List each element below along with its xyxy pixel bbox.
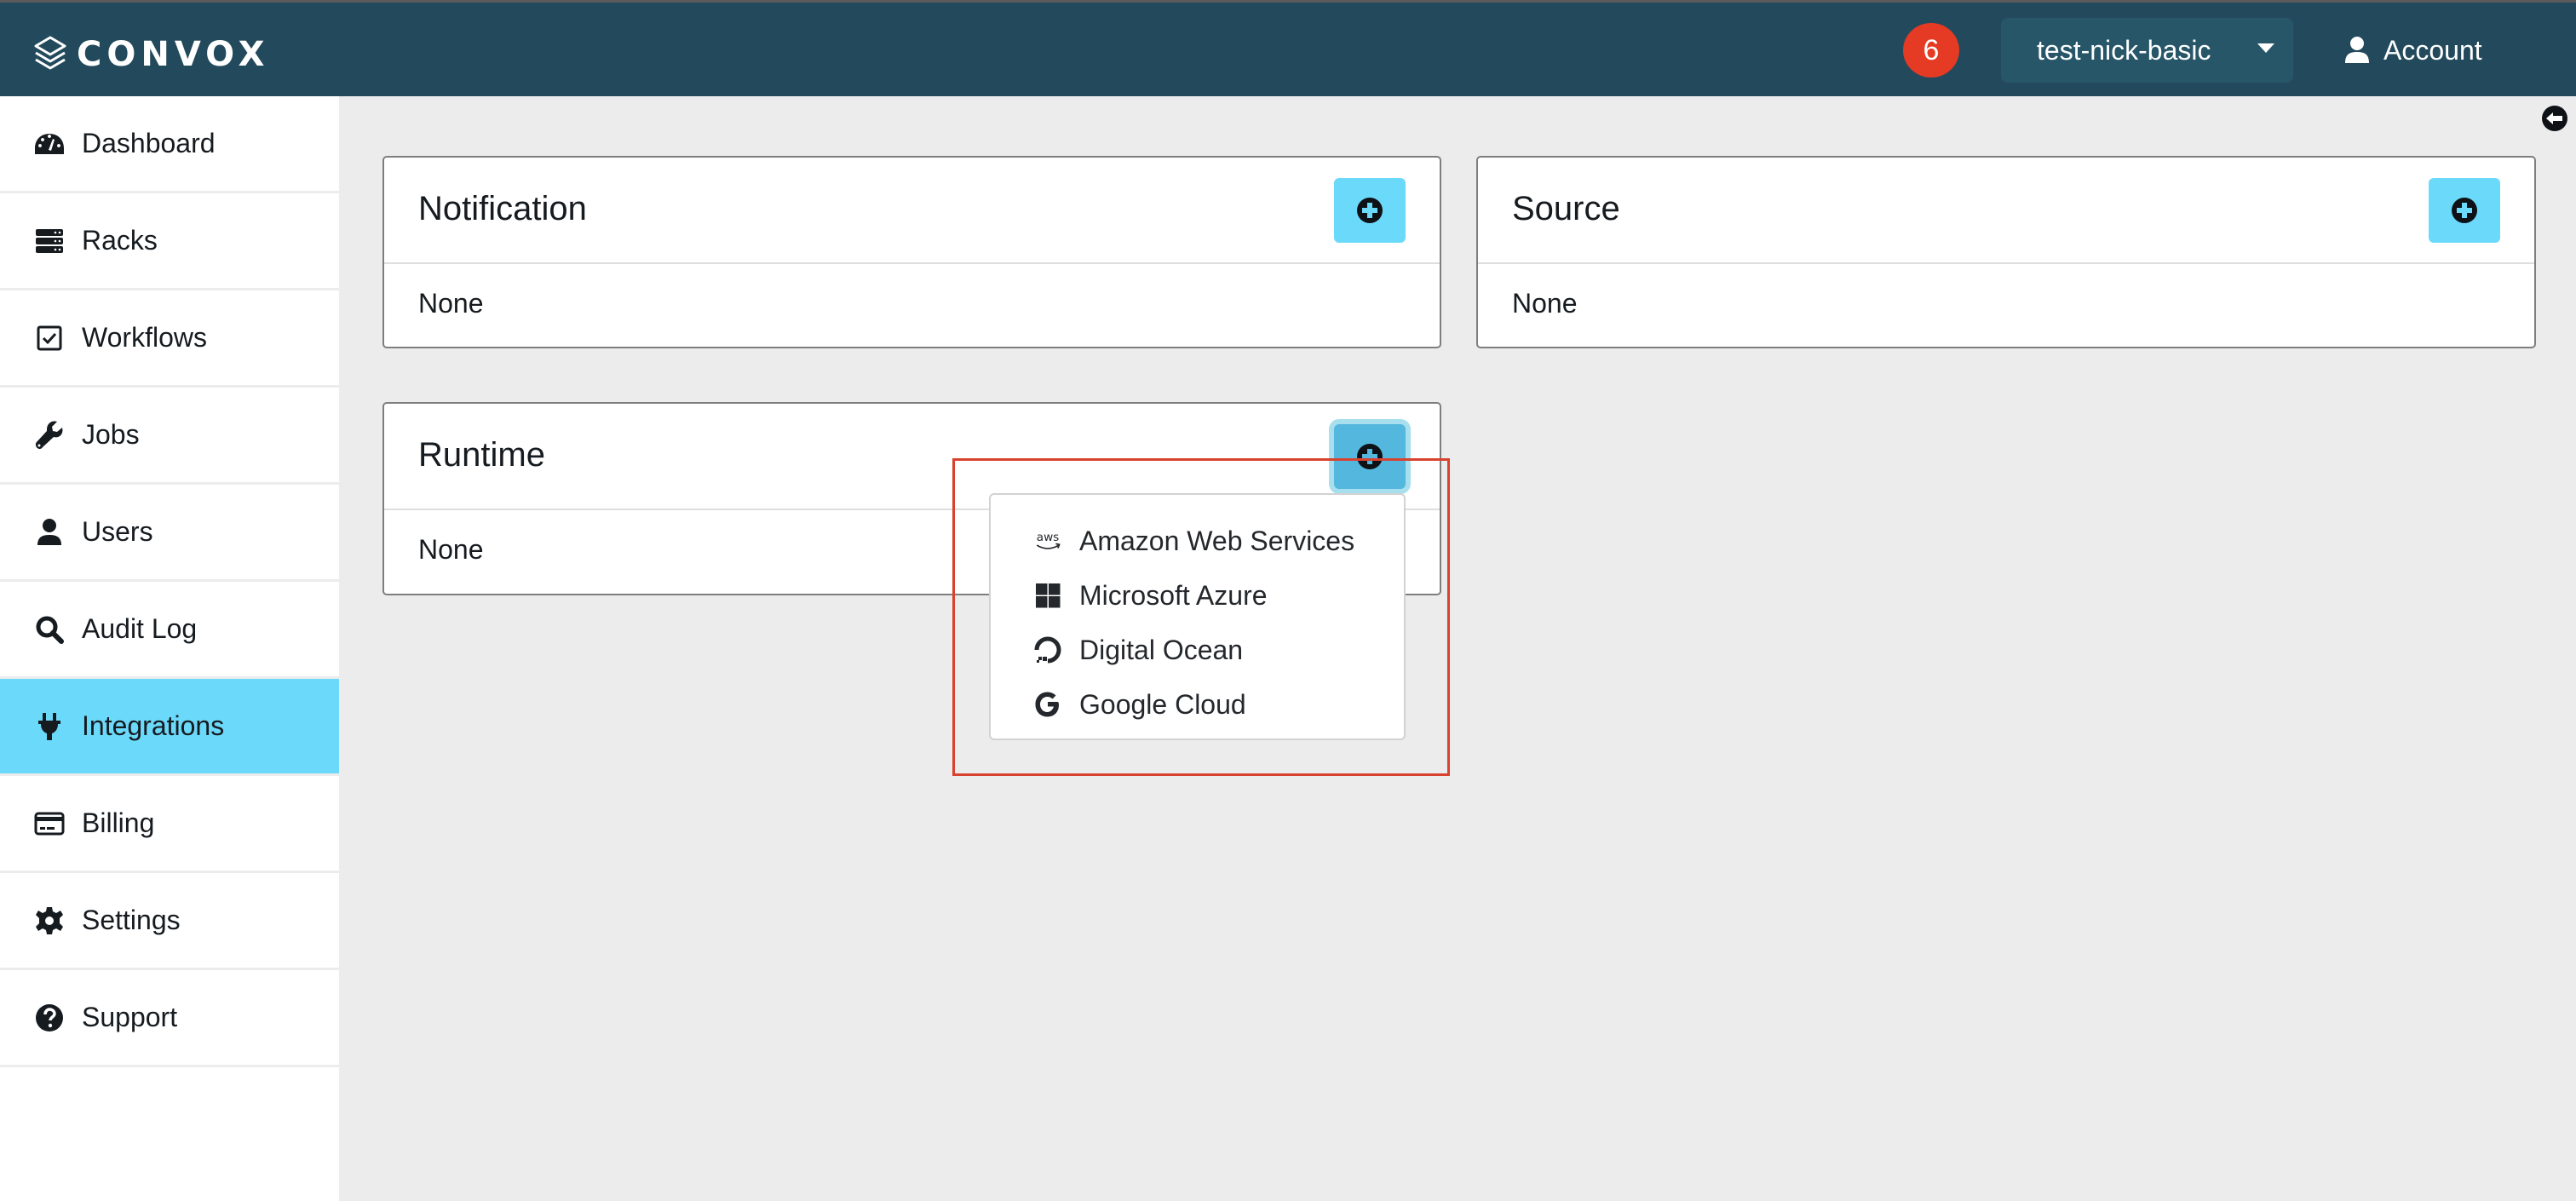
plus-circle-icon — [1357, 444, 1383, 469]
card-title: Source — [1512, 190, 1620, 227]
windows-icon — [1031, 578, 1065, 612]
sidebar-item-label: Billing — [82, 807, 155, 838]
account-label: Account — [2383, 34, 2482, 66]
sidebar-item-settings[interactable]: Settings — [0, 873, 339, 970]
menu-item-label: Google Cloud — [1079, 688, 1246, 720]
menu-item-digital-ocean[interactable]: Digital Ocean — [991, 623, 1404, 677]
account-menu[interactable]: Account — [2344, 25, 2482, 76]
sidebar-item-label: Racks — [82, 225, 158, 256]
wrench-icon — [32, 418, 66, 452]
add-source-button[interactable] — [2429, 178, 2500, 243]
plus-circle-icon — [1357, 198, 1383, 223]
menu-item-aws[interactable]: aws Amazon Web Services — [991, 514, 1404, 568]
card-header: Source — [1478, 158, 2534, 264]
server-icon — [32, 224, 66, 258]
rack-selector-value: test-nick-basic — [2037, 34, 2211, 66]
card-empty-value: None — [418, 534, 484, 565]
source-card: Source None — [1476, 156, 2536, 348]
search-icon — [32, 612, 66, 646]
sidebar: Dashboard Racks Workflows Jobs Users Aud… — [0, 96, 339, 1201]
tachometer-icon — [32, 127, 66, 161]
user-icon — [2345, 37, 2369, 63]
sidebar-item-label: Integrations — [82, 710, 225, 741]
sidebar-item-jobs[interactable]: Jobs — [0, 388, 339, 485]
add-notification-button[interactable] — [1334, 178, 1406, 243]
sidebar-item-billing[interactable]: Billing — [0, 776, 339, 873]
notifications-badge[interactable]: 6 — [1903, 23, 1959, 78]
sidebar-item-audit-log[interactable]: Audit Log — [0, 582, 339, 679]
card-header: Notification — [384, 158, 1440, 264]
card-title: Notification — [418, 190, 587, 227]
sidebar-item-racks[interactable]: Racks — [0, 193, 339, 290]
notifications-count: 6 — [1923, 33, 1940, 66]
sidebar-item-support[interactable]: Support — [0, 970, 339, 1067]
card-body: None — [384, 264, 1440, 346]
credit-card-icon — [32, 807, 66, 841]
plus-circle-icon — [2452, 198, 2477, 223]
notification-card: Notification None — [382, 156, 1441, 348]
sidebar-item-workflows[interactable]: Workflows — [0, 290, 339, 388]
sidebar-item-label: Settings — [82, 905, 181, 935]
brand-name: CONVOX — [77, 35, 270, 74]
add-runtime-button[interactable] — [1334, 424, 1406, 489]
menu-item-label: Microsoft Azure — [1079, 579, 1268, 611]
question-circle-icon — [32, 1001, 66, 1035]
runtime-provider-menu: aws Amazon Web Services Microsoft Azure … — [989, 493, 1406, 740]
sidebar-item-label: Users — [82, 516, 153, 547]
check-square-icon — [32, 321, 66, 355]
sidebar-item-label: Audit Log — [82, 613, 198, 644]
card-title: Runtime — [418, 436, 545, 474]
menu-item-label: Amazon Web Services — [1079, 525, 1355, 556]
sidebar-item-integrations[interactable]: Integrations — [0, 679, 339, 776]
menu-item-label: Digital Ocean — [1079, 634, 1244, 665]
rack-selector-dropdown[interactable]: test-nick-basic — [2001, 18, 2293, 83]
menu-item-google-cloud[interactable]: Google Cloud — [991, 677, 1404, 732]
sidebar-item-label: Dashboard — [82, 128, 216, 158]
sidebar-item-dashboard[interactable]: Dashboard — [0, 96, 339, 193]
menu-item-azure[interactable]: Microsoft Azure — [991, 568, 1404, 623]
sidebar-item-label: Jobs — [82, 419, 140, 450]
svg-text:aws: aws — [1037, 531, 1060, 544]
plug-icon — [32, 710, 66, 744]
google-icon — [1031, 687, 1065, 721]
card-body: None — [1478, 264, 2534, 346]
layers-icon — [34, 36, 66, 70]
card-empty-value: None — [418, 288, 484, 319]
sidebar-item-label: Workflows — [82, 322, 207, 353]
gear-icon — [32, 904, 66, 938]
sidebar-item-label: Support — [82, 1002, 178, 1032]
sidebar-item-users[interactable]: Users — [0, 485, 339, 582]
brand-logo[interactable]: CONVOX — [32, 35, 270, 74]
user-icon — [32, 515, 66, 549]
caret-down-icon — [2257, 43, 2274, 53]
arrow-circle-left-icon — [2542, 106, 2567, 131]
collapse-sidebar-button[interactable] — [2541, 105, 2568, 132]
card-empty-value: None — [1512, 288, 1578, 319]
top-navbar: CONVOX 6 test-nick-basic Account — [0, 0, 2576, 96]
digital-ocean-icon — [1031, 633, 1065, 667]
aws-icon: aws — [1031, 524, 1065, 558]
